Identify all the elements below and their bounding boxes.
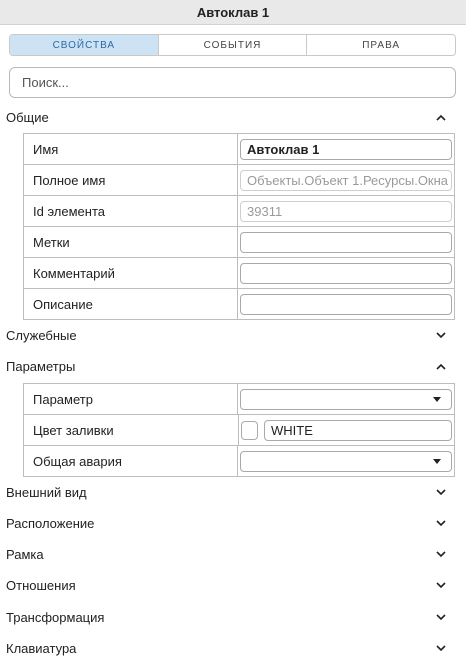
table-row: Описание [24,289,454,320]
chevron-up-icon[interactable] [436,112,446,122]
chevron-down-icon[interactable] [436,580,446,590]
property-label: Параметр [24,384,238,414]
section-title: Служебные [6,327,77,343]
property-label: Общая авария [24,446,238,476]
section-title: Рамка [6,546,44,562]
general-properties-grid: Имя Автоклав 1 Полное имя Объекты.Объект… [23,133,455,320]
search-input[interactable] [9,67,456,98]
description-field[interactable] [240,293,452,315]
section-service-header[interactable]: Служебные [0,324,466,346]
section-title: Параметры [6,358,76,374]
section-layout-header[interactable]: Расположение [0,512,466,534]
chevron-down-icon[interactable] [436,549,446,559]
chevron-down-icon[interactable] [436,330,446,340]
section-frame-header[interactable]: Рамка [0,543,466,565]
chevron-down-icon[interactable] [436,612,446,622]
fill-color-field[interactable]: WHITE [264,419,452,441]
table-row: Id элемента 39311 [24,196,454,227]
chevron-down-icon[interactable] [436,643,446,653]
section-title: Трансформация [6,609,105,625]
property-label: Метки [24,227,238,257]
tab-properties[interactable]: СВОЙСТВА [10,35,159,55]
section-appearance-header[interactable]: Внешний вид [0,481,466,503]
tags-field[interactable] [240,231,452,253]
section-title: Общие [6,109,49,125]
section-keyboard-header[interactable]: Клавиатура [0,637,466,659]
element-id-field: 39311 [240,200,452,222]
general-alarm-select[interactable] [240,450,452,472]
params-properties-grid: Параметр Цвет заливки WHITE Общая авария [23,383,455,477]
full-name-field: Объекты.Объект 1.Ресурсы.Окна [240,169,452,191]
table-row: Цвет заливки WHITE [24,415,454,446]
comment-field[interactable] [240,262,452,284]
chevron-down-icon[interactable] [436,487,446,497]
parameter-select[interactable] [240,388,452,410]
tab-bar: СВОЙСТВА СОБЫТИЯ ПРАВА [9,34,456,56]
property-label: Описание [24,289,238,319]
fill-color-swatch[interactable] [241,420,258,440]
chevron-down-icon[interactable] [436,518,446,528]
table-row: Параметр [24,384,454,415]
property-label: Комментарий [24,258,238,288]
tab-events[interactable]: СОБЫТИЯ [158,35,308,55]
table-row: Имя Автоклав 1 [24,134,454,165]
caret-down-icon [433,396,441,402]
property-label: Полное имя [24,165,238,195]
section-title: Внешний вид [6,484,87,500]
section-title: Отношения [6,577,76,593]
section-transform-header[interactable]: Трансформация [0,606,466,628]
chevron-up-icon[interactable] [436,361,446,371]
section-relations-header[interactable]: Отношения [0,574,466,596]
table-row: Метки [24,227,454,258]
property-label: Имя [24,134,238,164]
table-row: Комментарий [24,258,454,289]
section-title: Клавиатура [6,640,77,656]
property-label: Id элемента [24,196,238,226]
name-field[interactable]: Автоклав 1 [240,138,452,160]
property-label: Цвет заливки [24,415,239,445]
table-row: Полное имя Объекты.Объект 1.Ресурсы.Окна [24,165,454,196]
section-params-header[interactable]: Параметры [0,355,466,377]
window-title: Автоклав 1 [0,0,466,25]
caret-down-icon [433,458,441,464]
section-general-header[interactable]: Общие [0,106,466,128]
table-row: Общая авария [24,446,454,477]
section-title: Расположение [6,515,95,531]
tab-rights[interactable]: ПРАВА [307,35,455,55]
